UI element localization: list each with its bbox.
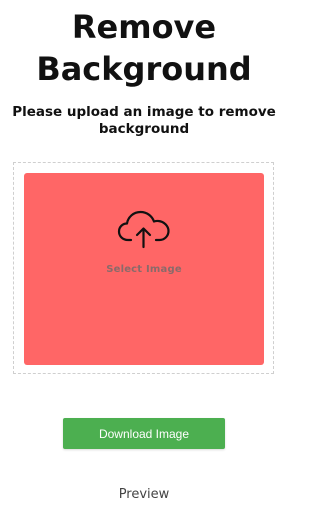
upload-dropzone[interactable]: Select Image — [24, 173, 264, 365]
page-subtitle: Please upload an image to remove backgro… — [10, 104, 278, 138]
page-subtitle-line-1: Please upload an image to remove — [12, 104, 276, 120]
cloud-upload-icon — [117, 210, 170, 249]
select-image-label: Select Image — [106, 264, 182, 275]
page-title: Remove Background — [0, 6, 288, 90]
page-title-line-2: Background — [36, 50, 252, 88]
page-subtitle-line-2: background — [98, 121, 190, 137]
page-title-line-1: Remove — [71, 8, 217, 46]
preview-label: Preview — [118, 487, 170, 502]
download-image-button[interactable]: Download Image — [63, 418, 225, 449]
